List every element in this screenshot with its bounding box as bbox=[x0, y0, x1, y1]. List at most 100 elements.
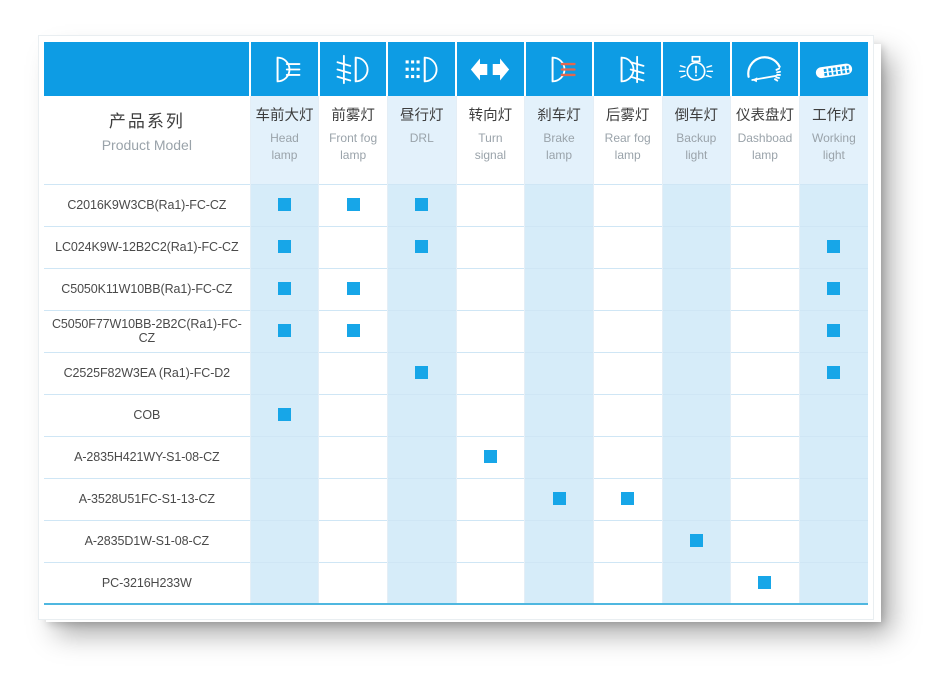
availability-marker bbox=[827, 366, 841, 380]
cell-head-lamp bbox=[250, 225, 320, 268]
cell-drl bbox=[387, 393, 457, 436]
cell-working-light bbox=[799, 351, 868, 394]
availability-marker bbox=[277, 240, 291, 254]
cell-rear-fog bbox=[593, 519, 663, 562]
column-header-en-line1-drl: DRL bbox=[409, 131, 434, 145]
availability-marker bbox=[758, 576, 772, 590]
cell-working-light bbox=[799, 225, 868, 268]
cell-rear-fog bbox=[593, 561, 663, 605]
cell-drl bbox=[387, 183, 457, 226]
column-header-en-turn-signal: Turn signal bbox=[459, 130, 523, 164]
column-header-cn-working-light: 工作灯 bbox=[812, 108, 856, 124]
cell-backup-light bbox=[662, 519, 732, 562]
cell-drl bbox=[387, 435, 457, 478]
cell-front-fog bbox=[318, 309, 388, 352]
cell-rear-fog bbox=[593, 309, 663, 352]
product-model-cell: C2525F82W3EA (Ra1)-FC-D2 bbox=[44, 351, 251, 394]
cell-front-fog bbox=[318, 183, 388, 226]
column-header-en-line1-head-lamp: Head bbox=[270, 131, 299, 145]
table-row: C2016K9W3CB(Ra1)-FC-CZ bbox=[44, 183, 868, 226]
column-header-rear-fog: 后雾灯 Rear fog lamp bbox=[593, 96, 663, 184]
column-header-en-line1-dashboard: Dashboad bbox=[737, 131, 793, 145]
cell-rear-fog bbox=[593, 393, 663, 436]
cell-front-fog bbox=[318, 393, 388, 436]
cell-head-lamp bbox=[250, 435, 320, 478]
column-header-cn-front-fog: 前雾灯 bbox=[331, 108, 375, 124]
cell-backup-light bbox=[662, 225, 732, 268]
column-header-working-light: 工作灯 Working light bbox=[799, 96, 868, 184]
icon-header-row bbox=[44, 42, 868, 96]
column-header-front-fog: 前雾灯 Front fog lamp bbox=[318, 96, 388, 184]
cell-front-fog bbox=[318, 519, 388, 562]
cell-backup-light bbox=[662, 561, 732, 605]
column-header-en-line1-backup-light: Backup bbox=[676, 131, 717, 145]
column-header-en-line2-brake-lamp: lamp bbox=[546, 148, 573, 162]
availability-marker bbox=[277, 282, 291, 296]
cell-drl bbox=[387, 477, 457, 520]
cell-front-fog bbox=[318, 561, 388, 605]
column-header-en-line2-dashboard: lamp bbox=[751, 148, 778, 162]
cell-backup-light bbox=[662, 309, 732, 352]
availability-marker bbox=[346, 198, 360, 212]
cell-drl bbox=[387, 561, 457, 605]
cell-drl bbox=[387, 309, 457, 352]
cell-brake-lamp bbox=[524, 561, 594, 605]
column-header-cn-drl: 昼行灯 bbox=[400, 108, 444, 124]
product-model-header-en: Product Model bbox=[101, 137, 192, 153]
column-header-en-front-fog: Front fog lamp bbox=[321, 130, 385, 164]
cell-head-lamp bbox=[250, 183, 320, 226]
column-header-cn-backup-light: 倒车灯 bbox=[674, 108, 719, 124]
cell-working-light bbox=[799, 267, 868, 310]
cell-drl bbox=[387, 351, 457, 394]
backup-light-icon bbox=[663, 42, 730, 96]
table-row: C5050F77W10BB-2B2C(Ra1)-FC-CZ bbox=[44, 309, 868, 352]
cell-front-fog bbox=[318, 477, 388, 520]
table-row: PC-3216H233W bbox=[44, 561, 868, 605]
rear-fog-icon bbox=[594, 42, 661, 96]
column-header-en-line2-backup-light: light bbox=[685, 148, 708, 162]
cell-backup-light bbox=[662, 393, 732, 436]
cell-backup-light bbox=[662, 183, 732, 226]
cell-turn-signal bbox=[456, 309, 526, 352]
column-header-en-brake-lamp: Brake lamp bbox=[527, 130, 591, 164]
column-header-en-line2-working-light: light bbox=[822, 148, 845, 162]
availability-marker bbox=[689, 534, 703, 548]
cell-brake-lamp bbox=[524, 225, 594, 268]
product-model-header-cn: 产品系列 bbox=[108, 112, 185, 132]
availability-marker bbox=[621, 492, 635, 506]
cell-dashboard bbox=[730, 309, 800, 352]
column-header-en-rear-fog: Rear fog lamp bbox=[596, 130, 660, 164]
availability-marker bbox=[415, 198, 429, 212]
cell-turn-signal bbox=[456, 435, 526, 478]
turn-signal-icon bbox=[457, 42, 524, 96]
column-header-en-head-lamp: Head lamp bbox=[253, 130, 317, 164]
cell-drl bbox=[387, 225, 457, 268]
column-header-en-line2-rear-fog: lamp bbox=[614, 148, 641, 162]
icon-header-cell-turn-signal bbox=[456, 42, 526, 96]
cell-dashboard bbox=[730, 225, 800, 268]
availability-marker bbox=[415, 240, 429, 254]
cell-drl bbox=[387, 267, 457, 310]
cell-brake-lamp bbox=[524, 267, 594, 310]
cell-working-light bbox=[799, 519, 868, 562]
column-header-backup-light: 倒车灯 Backup light bbox=[662, 96, 732, 184]
product-model-cell: A-2835H421WY-S1-08-CZ bbox=[44, 435, 251, 478]
table-body: C2016K9W3CB(Ra1)-FC-CZ LC024K9W-12B2C2(Ra… bbox=[44, 183, 868, 605]
cell-backup-light bbox=[662, 351, 732, 394]
availability-marker bbox=[277, 324, 291, 338]
icon-header-model-spacer bbox=[44, 42, 252, 96]
cell-brake-lamp bbox=[524, 435, 594, 478]
screenshot-root: 产品系列 Product Model 车前大灯 Head lamp 前雾灯 Front … bbox=[0, 0, 949, 687]
column-header-en-line1-brake-lamp: Brake bbox=[543, 131, 575, 145]
column-header-en-line1-turn-signal: Turn bbox=[478, 131, 503, 145]
availability-marker bbox=[277, 198, 291, 212]
cell-backup-light bbox=[662, 435, 732, 478]
cell-brake-lamp bbox=[524, 183, 594, 226]
cell-rear-fog bbox=[593, 435, 663, 478]
cell-head-lamp bbox=[250, 561, 320, 605]
column-header-head-lamp: 车前大灯 Head lamp bbox=[250, 96, 320, 184]
cell-turn-signal bbox=[456, 477, 526, 520]
availability-marker bbox=[346, 324, 360, 338]
product-model-cell: C2016K9W3CB(Ra1)-FC-CZ bbox=[44, 183, 251, 226]
availability-marker bbox=[346, 282, 360, 296]
